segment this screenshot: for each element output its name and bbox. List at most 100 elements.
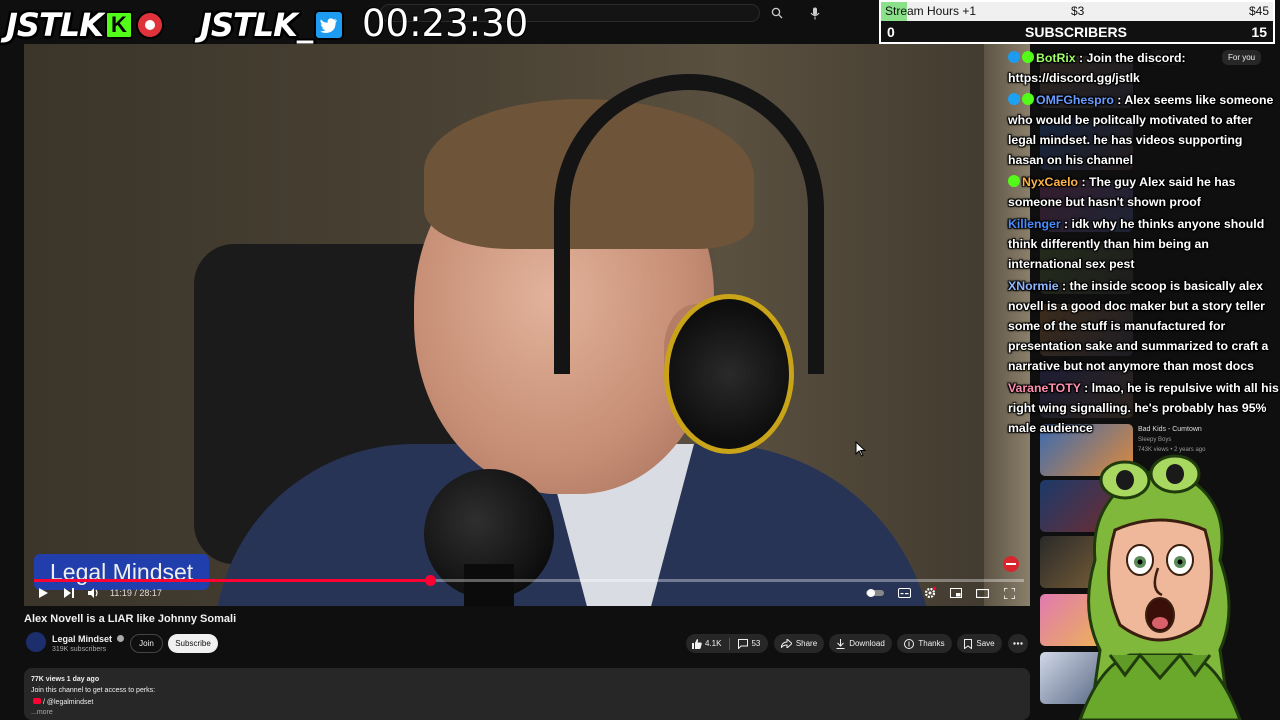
video-player[interactable]: Legal Mindset 11:19 / 28:17 — [24, 44, 1030, 606]
chat-message: OMFGhespro : Alex seems like someone who… — [1008, 90, 1280, 170]
autoplay-toggle-icon — [866, 589, 884, 597]
play-icon — [38, 588, 48, 598]
subscribers-goal: 0 SUBSCRIBERS 15 — [881, 23, 1273, 42]
comments-button[interactable]: 53 — [738, 638, 761, 649]
more-actions-button[interactable] — [1008, 634, 1028, 653]
goals-panel: Stream Hours +1 $3 $45 0 SUBSCRIBERS 15 — [879, 0, 1275, 44]
save-button[interactable]: Save — [957, 634, 1002, 653]
stream-timer: 00:23:30 — [362, 2, 529, 45]
share-button[interactable]: Share — [774, 634, 824, 653]
views-date: 77K views 1 day ago — [31, 676, 100, 683]
save-label: Save — [976, 639, 995, 648]
chat-message: Killenger : idk why he thinks anyone sho… — [1008, 214, 1280, 274]
chat-message: NyxCaelo : The guy Alex said he has some… — [1008, 172, 1280, 212]
download-icon — [836, 638, 845, 649]
chat-text: : Join the discord: https://discord.gg/j… — [1008, 51, 1186, 85]
kick-brand: JSTLK K — [6, 6, 164, 44]
captions-icon — [897, 588, 911, 598]
twitter-bird-icon — [313, 10, 344, 40]
live-indicator-icon — [1003, 556, 1019, 572]
gear-icon — [924, 587, 936, 599]
volume-icon — [88, 588, 98, 598]
thumbs-up-icon — [692, 638, 702, 649]
time-display: 11:19 / 28:17 — [110, 588, 162, 598]
goal-label: Stream Hours +1 — [885, 4, 977, 18]
description-line: Join this channel to get access to perks… — [31, 687, 156, 694]
chat-overlay: BotRix : Join the discord: https://disco… — [1008, 48, 1280, 440]
channel-name[interactable]: Legal Mindset — [52, 634, 124, 644]
next-button[interactable] — [62, 585, 76, 601]
chat-message: XNormie : the inside scoop is basically … — [1008, 276, 1280, 376]
chat-message: BotRix : Join the discord: https://disco… — [1008, 48, 1280, 88]
channel-avatar[interactable] — [26, 632, 46, 652]
chat-username: OMFGhespro — [1036, 93, 1114, 107]
goal-current: $3 — [1071, 4, 1085, 18]
theater-mode-icon — [975, 588, 989, 598]
comment-icon — [738, 638, 749, 649]
chat-username: VaraneTOTY — [1008, 381, 1081, 395]
comment-count: 53 — [751, 639, 761, 648]
search-button[interactable] — [762, 2, 792, 24]
microphone-icon — [810, 7, 820, 19]
share-label: Share — [795, 639, 818, 648]
subs-label: SUBSCRIBERS — [1025, 24, 1127, 40]
fullscreen-icon — [1003, 587, 1015, 599]
voice-search-button[interactable] — [802, 2, 828, 24]
theater-mode-button[interactable] — [974, 585, 990, 601]
join-button[interactable]: Join — [130, 634, 163, 653]
volume-button[interactable] — [86, 585, 102, 601]
kick-brand-text: JSTLK — [6, 6, 104, 44]
youtube-icon — [33, 698, 41, 704]
chat-badge-icon — [1008, 51, 1020, 63]
like-dislike-group: 4.1K 53 — [686, 634, 768, 653]
channel-name-text: Legal Mindset — [52, 634, 113, 644]
like-button[interactable]: 4.1K — [692, 638, 722, 649]
chat-badge-icon — [1022, 93, 1034, 105]
kermit-avatar — [1078, 454, 1242, 720]
subs-target: 15 — [1251, 24, 1267, 40]
progress-bar[interactable] — [34, 575, 1024, 586]
chat-username: BotRix — [1036, 51, 1076, 65]
channel-watermark: Legal Mindset — [34, 554, 210, 590]
stream-hours-goal: Stream Hours +1 $3 $45 — [881, 2, 1273, 21]
chat-badge-icon — [1008, 93, 1020, 105]
subs-current: 0 — [887, 24, 895, 40]
goal-target: $45 — [1248, 4, 1269, 18]
progress-played — [34, 579, 430, 582]
chat-text: : the inside scoop is basically alex nov… — [1008, 279, 1269, 373]
like-count: 4.1K — [705, 639, 722, 648]
channel-subscriber-count: 319K subscribers — [52, 646, 107, 653]
skip-next-icon — [64, 588, 74, 598]
chat-username: Killenger — [1008, 217, 1061, 231]
record-icon — [135, 11, 164, 39]
video-title: Alex Novell is a LIAR like Johnny Somali — [24, 613, 237, 625]
download-button[interactable]: Download — [829, 634, 892, 653]
twitter-brand-text: JSTLK_ — [200, 6, 313, 44]
bookmark-icon — [964, 638, 973, 649]
play-button[interactable] — [36, 585, 50, 601]
channel-handle-text: / @legalmindset — [43, 699, 94, 706]
share-icon — [780, 639, 792, 648]
miniplayer-button[interactable] — [948, 585, 964, 601]
captions-button[interactable] — [896, 585, 912, 601]
chat-badge-icon — [1008, 175, 1020, 187]
thanks-icon — [904, 638, 915, 649]
chat-badge-icon — [1022, 51, 1034, 63]
more-horizontal-icon — [1013, 642, 1023, 645]
subscribe-button[interactable]: Subscribe — [168, 634, 218, 653]
kick-logo-icon: K — [104, 11, 133, 39]
download-label: Download — [849, 639, 885, 648]
chat-message: VaraneTOTY : lmao, he is repulsive with … — [1008, 378, 1280, 438]
search-icon — [771, 7, 783, 19]
scrubber-handle[interactable] — [425, 575, 436, 586]
settings-button[interactable] — [922, 585, 938, 601]
fullscreen-button[interactable] — [1001, 585, 1017, 601]
thanks-label: Thanks — [918, 639, 945, 648]
channel-handle-link[interactable]: / @legalmindset — [33, 698, 93, 706]
show-more-link[interactable]: ...more — [31, 709, 53, 716]
chat-username: XNormie — [1008, 279, 1059, 293]
miniplayer-icon — [950, 588, 962, 598]
autoplay-toggle[interactable] — [866, 585, 884, 601]
thanks-button[interactable]: Thanks — [897, 634, 952, 653]
description-box[interactable]: 77K views 1 day ago Join this channel to… — [24, 668, 1030, 720]
